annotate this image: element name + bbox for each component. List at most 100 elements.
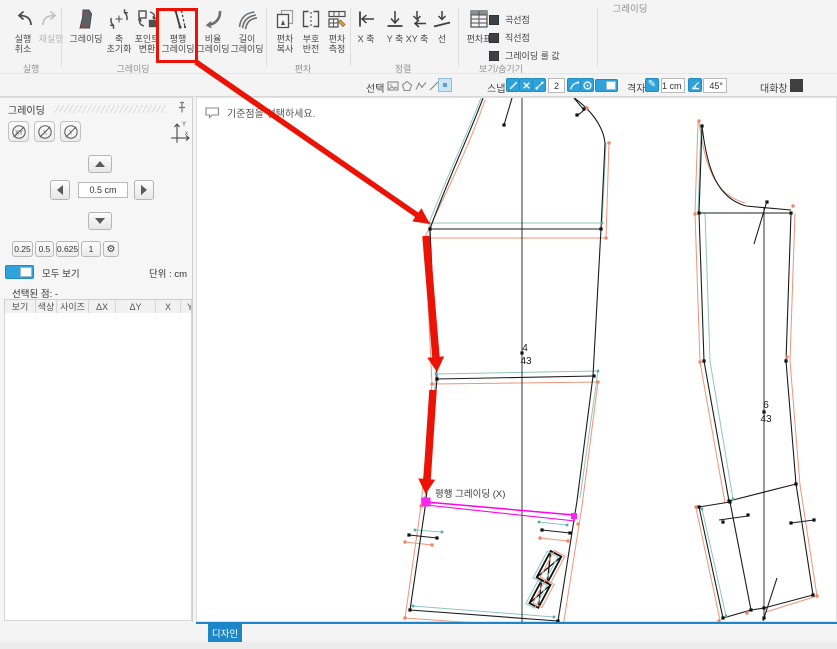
pattern-points-teal [411,221,735,619]
nudge-up-button[interactable] [88,155,112,173]
snap-curve-button[interactable] [567,78,581,92]
length-grading-button[interactable]: 길이 그레이딩 [228,7,266,54]
undo-icon [17,10,32,26]
nudge-right-button[interactable] [134,180,154,200]
ribbon-tab-title[interactable]: 그레이딩 [600,1,660,15]
tab-design[interactable]: 디자인 [208,624,242,642]
preset-0.5-button[interactable]: 0.5 [35,241,54,257]
length-grading-icon [238,11,258,30]
snap-line-icon [509,81,517,89]
quick-toolbar: 선택 스냅 2 격자 ✎ 1 cm 45° 대화창 [0,73,837,97]
selected-point-label: 선택된 점: - [12,289,59,300]
show-all-toggle[interactable] [5,265,34,279]
panel-title: 그레이딩 [8,106,45,117]
deviation-measure-button[interactable]: 편차 측정 [322,7,352,54]
check-grading-rule-value[interactable]: 그레이딩 룰 값 [489,49,560,62]
axis-reset-icon [110,9,128,29]
panel-drag-handle[interactable] [54,105,166,113]
image-icon [386,80,399,91]
gear-icon: ⚙ [106,243,116,255]
select-image-button[interactable] [386,79,399,92]
column-dy[interactable]: ΔY [116,300,156,313]
angle-icon [691,81,699,89]
redo-icon [42,10,57,26]
column-x[interactable]: X [156,300,181,313]
grading-button[interactable]: 그레이딩 [66,7,106,44]
column-y[interactable]: Y [181,300,191,313]
align-xy-icon [412,11,426,28]
nudge-down-button[interactable] [88,212,112,230]
pattern-drawing[interactable]: 4 43 6 43 평행 그레이딩 (X) [197,98,837,623]
shape-icon [401,80,412,91]
column-size[interactable]: 사이즈 [57,300,89,313]
checkbox-icon [489,14,499,25]
parallel-grading-selection[interactable] [421,497,578,522]
ribbon-separator [597,8,598,66]
snap-endpoint-button[interactable] [532,78,546,92]
check-curve-point-label: 곡선점 [505,15,530,25]
dialog-color-button[interactable] [790,79,803,92]
center-piece-size: 43 [520,356,532,367]
grid-size-input[interactable] [661,78,685,93]
axis-lock-y-button[interactable]: Y [60,121,81,142]
align-xy-button[interactable]: XY 축 [403,7,431,44]
svg-text:x: x [185,131,188,137]
parallel-grading-button[interactable]: 평행 그레이딩 [160,7,196,54]
checkbox-icon [489,32,499,43]
grading-offset-teal [412,98,734,618]
column-color[interactable]: 색상 [36,300,57,313]
point-convert-button[interactable]: 포인트 변환 [131,7,163,54]
axis-lock-xy-button[interactable]: XY [8,121,29,142]
align-x-button[interactable]: X 축 [352,7,380,44]
cursor-tooltip: 평행 그레이딩 (X) [435,488,505,500]
axis-reset-button[interactable]: 축 초기화 [104,7,134,54]
preset-0.625-button[interactable]: 0.625 [56,241,79,257]
grid-pencil-button[interactable]: ✎ [645,78,659,92]
deviation-copy-label: 편차 복사 [276,34,294,54]
pattern-piece-right[interactable] [698,125,815,622]
select-shape-button[interactable] [400,79,413,92]
pencil-icon: ✎ [647,79,657,90]
grid-angle-button[interactable] [688,78,702,92]
show-all-label: 모두 보기 [42,269,80,280]
snap-line-button[interactable] [506,78,520,92]
deviation-table-icon [470,10,488,28]
preset-1-button[interactable]: 1 [81,241,101,257]
select-label: 선택 [366,84,385,95]
grid-angle-input[interactable] [703,78,727,93]
point-table-body[interactable] [4,313,192,621]
axis-lock-x-icon: X [37,124,52,139]
check-line-point[interactable]: 직선점 [489,31,530,44]
step-size-input[interactable] [78,182,128,198]
select-polyline-button[interactable] [414,79,427,92]
snap-center-button[interactable] [580,78,594,92]
ribbon-separator [458,8,459,66]
pattern-points-black[interactable] [407,107,816,623]
point-table-header: 보기 색상 사이즈 ΔX ΔY X Y [4,299,192,314]
preset-0.25-button[interactable]: 0.25 [12,241,33,257]
nudge-left-button[interactable] [50,180,70,200]
snap-tolerance-input[interactable] [548,78,565,93]
ratio-grading-label: 비율 그레이딩 [196,34,230,54]
sign-invert-label: 부호 반전 [302,34,320,54]
axis-lock-x-button[interactable]: X [34,121,55,142]
preset-settings-button[interactable]: ⚙ [103,241,119,257]
ribbon-separator [61,8,62,66]
parallel-grading-icon [174,9,187,29]
parallel-grading-label: 평행 그레이딩 [161,34,195,54]
column-view[interactable]: 보기 [5,300,36,313]
checkbox-icon [489,50,499,61]
undo-button[interactable]: 실행 취소 [8,7,38,54]
arrow-right-icon [141,185,147,195]
pin-icon[interactable] [176,101,188,114]
align-line-button[interactable]: 선 [430,7,454,44]
select-point-mode-button[interactable] [438,78,452,92]
check-curve-point[interactable]: 곡선점 [489,13,530,26]
snap-intersection-button[interactable] [519,78,533,92]
ratio-grading-button[interactable]: 비율 그레이딩 [196,7,230,54]
column-dx[interactable]: ΔX [89,300,116,313]
grading-icon [79,9,93,29]
snap-toggle[interactable] [595,79,618,92]
right-piece-number: 6 [763,400,769,411]
design-canvas[interactable]: 기준점을 선택하세요. 4 43 6 43 평행 그레이딩 (X) [196,97,837,623]
